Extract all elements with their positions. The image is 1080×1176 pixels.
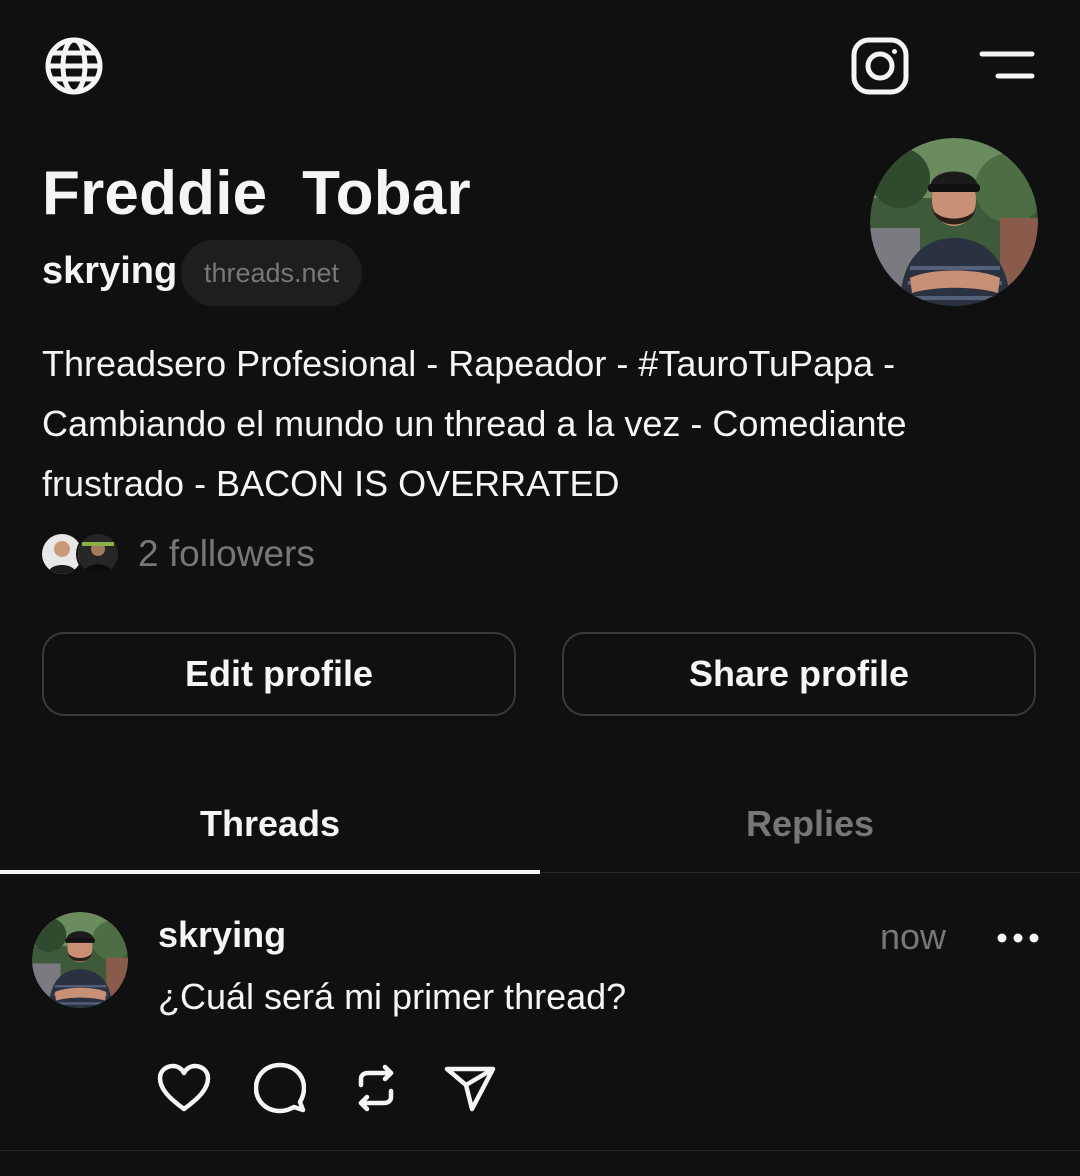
comment-icon[interactable] bbox=[250, 1058, 310, 1118]
active-tab-indicator bbox=[0, 870, 540, 874]
post-timestamp: now bbox=[880, 916, 947, 957]
post-username[interactable]: skrying bbox=[158, 914, 286, 956]
profile-avatar[interactable] bbox=[870, 138, 1038, 306]
share-profile-button[interactable]: Share profile bbox=[562, 632, 1036, 716]
tab-threads[interactable]: Threads bbox=[0, 776, 540, 872]
profile-bio: Threadsero Profesional - Rapeador - #Tau… bbox=[42, 343, 907, 504]
profile-name: Freddie Tobar bbox=[42, 159, 471, 228]
follower-avatar bbox=[76, 532, 120, 576]
globe-icon[interactable] bbox=[40, 32, 108, 100]
followers-count[interactable]: 2 followers bbox=[138, 533, 315, 575]
followers-row[interactable]: 2 followers bbox=[40, 526, 315, 582]
post-text: ¿Cuál será mi primer thread? bbox=[158, 976, 627, 1017]
edit-profile-button[interactable]: Edit profile bbox=[42, 632, 516, 716]
repost-icon[interactable] bbox=[346, 1058, 406, 1118]
more-options-icon[interactable] bbox=[990, 918, 1046, 958]
tab-replies[interactable]: Replies bbox=[540, 776, 1080, 872]
post-avatar[interactable] bbox=[32, 912, 128, 1008]
domain-badge[interactable]: threads.net bbox=[181, 240, 362, 306]
profile-username: skrying bbox=[42, 250, 178, 292]
menu-icon[interactable] bbox=[972, 36, 1040, 96]
post-divider bbox=[0, 1150, 1080, 1151]
instagram-icon[interactable] bbox=[846, 32, 914, 100]
send-icon[interactable] bbox=[440, 1058, 500, 1118]
heart-icon[interactable] bbox=[154, 1058, 214, 1118]
